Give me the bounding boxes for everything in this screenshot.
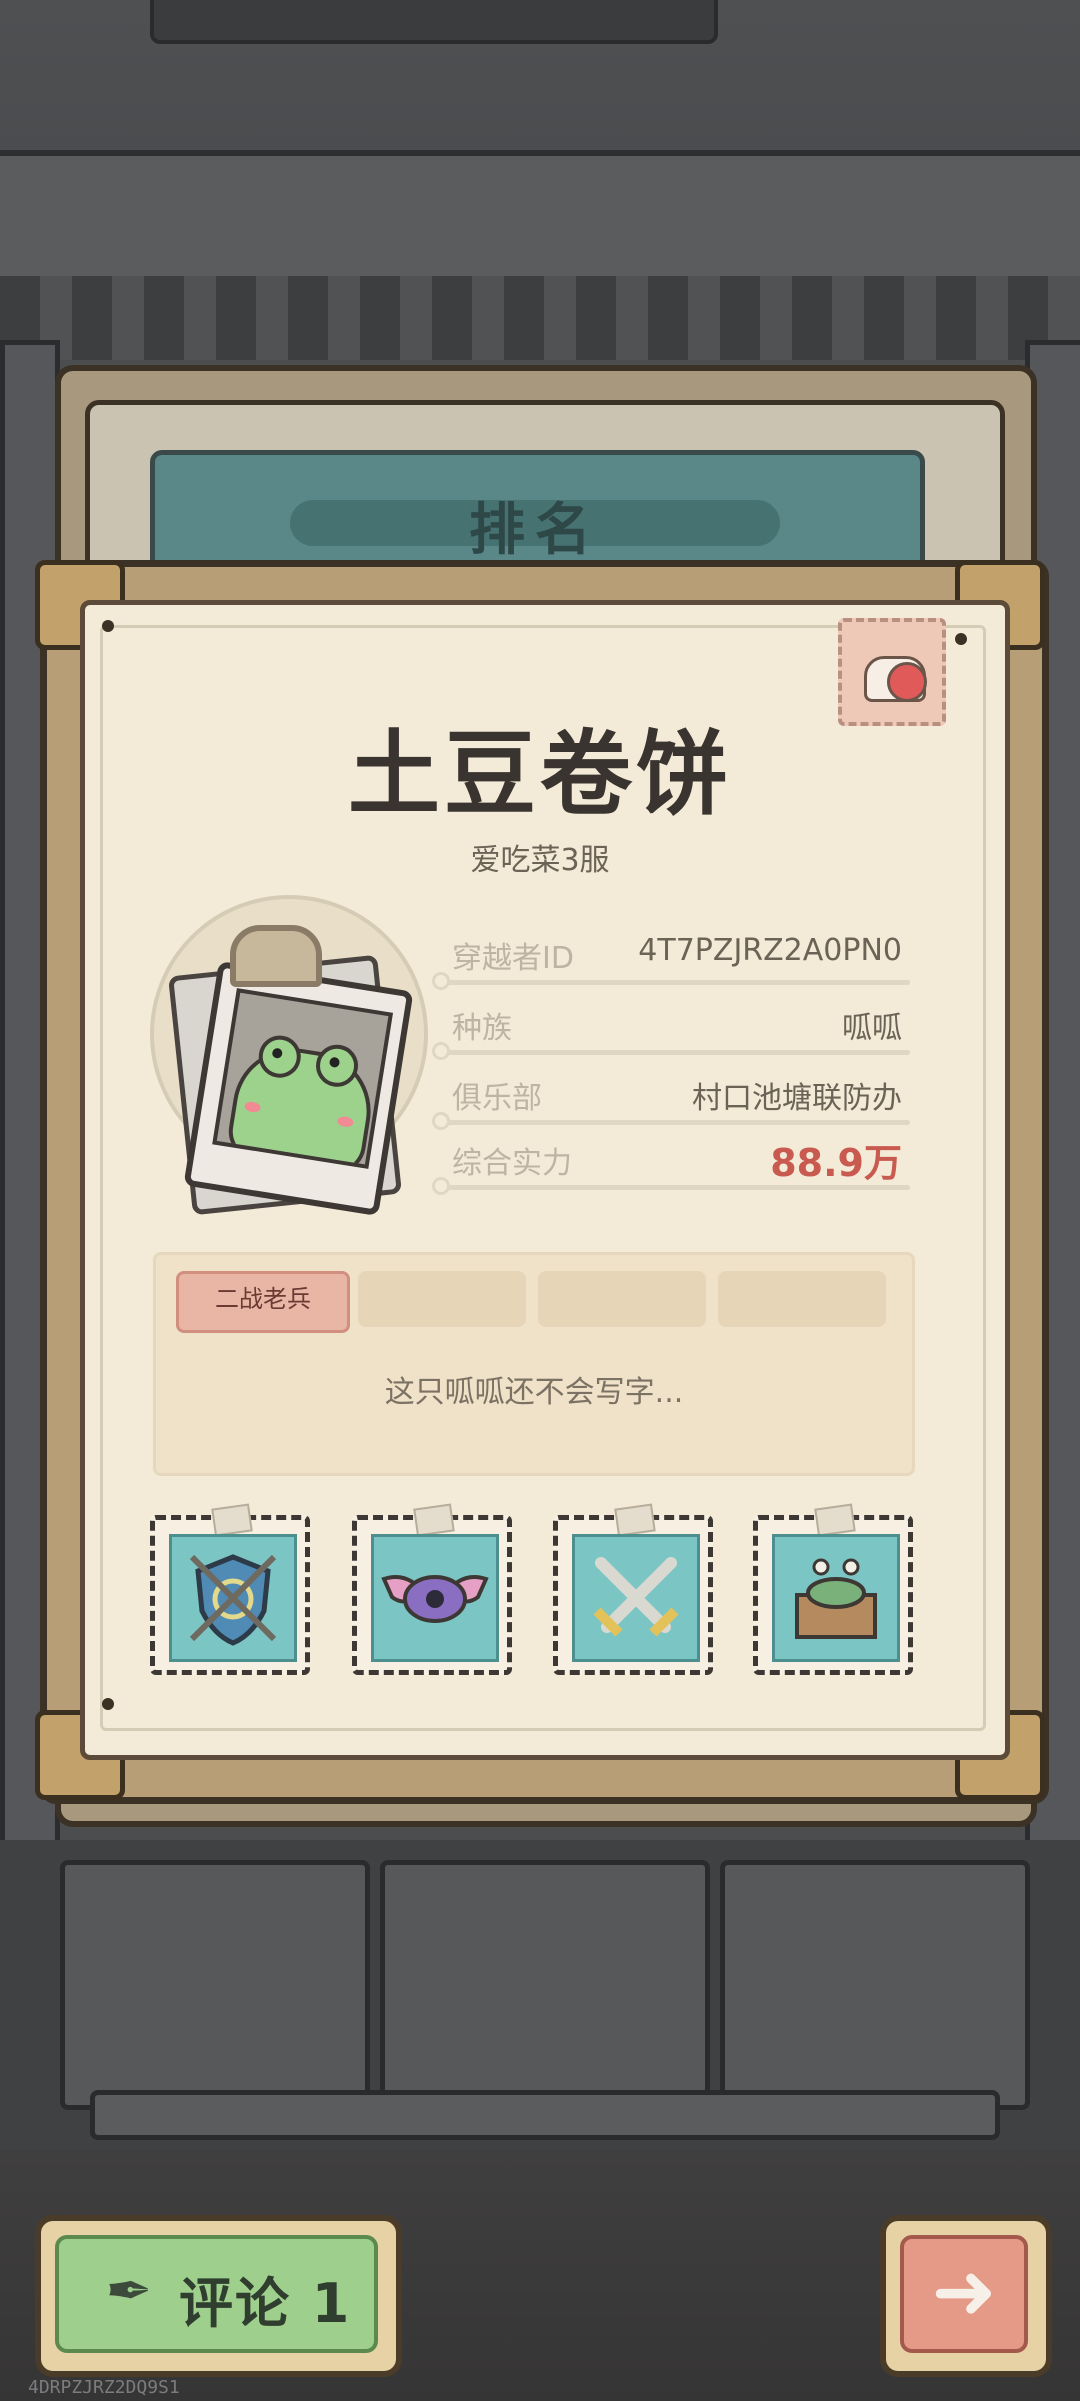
- background-shelf: [0, 150, 1080, 282]
- power-value: 88.9万: [770, 1141, 902, 1185]
- stat-label: 穿越者ID: [452, 941, 574, 976]
- paperclip-icon: [230, 925, 322, 987]
- badge-winged-eye[interactable]: [352, 1503, 512, 1675]
- tape: [614, 1503, 656, 1537]
- frog-cheek: [336, 1115, 355, 1128]
- background-panel-left: [60, 1860, 370, 2110]
- stat-row-race: 种族 呱呱: [432, 995, 910, 1060]
- comment-button-face: ✒ 评论 1: [55, 2235, 378, 2353]
- tape: [413, 1503, 455, 1537]
- stat-dot: [432, 1112, 450, 1130]
- frog-body: [224, 1032, 380, 1169]
- frog-cheek: [243, 1100, 262, 1114]
- comment-button[interactable]: ✒ 评论 1: [35, 2215, 402, 2377]
- background-panel-middle: [380, 1860, 710, 2110]
- stat-label: 种族: [452, 1011, 512, 1046]
- snail-shell-icon: [887, 662, 927, 702]
- avatar[interactable]: [183, 960, 414, 1217]
- badge-panel: [772, 1534, 900, 1662]
- title-tag[interactable]: 二战老兵: [176, 1271, 350, 1333]
- quill-inkpot-icon: ✒: [105, 2259, 153, 2324]
- shield-badge-icon: [189, 1554, 277, 1646]
- frog-eye-icon: [255, 1032, 304, 1081]
- uid-watermark: 4DRPZJRZ2DQ9S1: [28, 2377, 180, 2398]
- background-vent: [150, 0, 718, 44]
- title-tag-empty: [718, 1271, 886, 1327]
- player-server: 爱吃菜3服: [470, 843, 610, 878]
- frog-avatar-icon: [212, 988, 393, 1169]
- stat-divider: [440, 980, 910, 985]
- winged-eye-badge-icon: [381, 1575, 489, 1623]
- background-slats: [0, 276, 1080, 360]
- badge-crossed-swords[interactable]: [553, 1503, 713, 1675]
- stat-dot: [432, 1177, 450, 1195]
- background-panel-right: [720, 1860, 1030, 2110]
- badge-panel: [169, 1534, 297, 1662]
- badge-panel: [371, 1534, 499, 1662]
- badge-snail-box[interactable]: [753, 1503, 913, 1675]
- pin-icon: [955, 633, 967, 645]
- description-box: 二战老兵 这只呱呱还不会写字...: [153, 1252, 915, 1476]
- title-tag-empty: [538, 1271, 706, 1327]
- ranking-title: 排名: [469, 498, 601, 563]
- pin-icon: [102, 1698, 114, 1710]
- pin-icon: [102, 620, 114, 632]
- frog-eye-icon: [313, 1041, 362, 1090]
- snail-box-badge-icon: [795, 1558, 877, 1639]
- stat-row-power: 综合实力 88.9万: [432, 1130, 910, 1195]
- stat-row-id: 穿越者ID 4T7PZJRZ2A0PN0: [432, 925, 910, 990]
- arrow-right-icon: ➜: [931, 2247, 997, 2337]
- crossed-swords-badge-icon: [593, 1557, 679, 1637]
- stat-dot: [432, 1042, 450, 1060]
- description-text: 这只呱呱还不会写字...: [384, 1375, 684, 1410]
- stat-label: 综合实力: [452, 1146, 572, 1181]
- next-button[interactable]: ➜: [880, 2215, 1052, 2377]
- stat-dot: [432, 972, 450, 990]
- tape: [211, 1503, 253, 1537]
- next-button-face: ➜: [900, 2235, 1028, 2353]
- player-nickname: 土豆卷饼: [347, 721, 732, 828]
- badge-panel: [572, 1534, 700, 1662]
- stat-divider: [440, 1050, 910, 1055]
- comment-button-label: 评论 1: [179, 2272, 352, 2335]
- stat-value[interactable]: 村口池塘联防办: [692, 1073, 902, 1117]
- badge-shield[interactable]: [150, 1503, 310, 1675]
- stat-value[interactable]: 4T7PZJRZ2A0PN0: [638, 933, 902, 968]
- title-tag-empty: [358, 1271, 526, 1327]
- tape: [814, 1503, 856, 1537]
- stat-divider: [440, 1120, 910, 1125]
- stat-row-club: 俱乐部 村口池塘联防办: [432, 1065, 910, 1130]
- stat-label: 俱乐部: [452, 1081, 542, 1116]
- stat-value: 呱呱: [842, 1011, 902, 1046]
- background-rail: [90, 2090, 1000, 2140]
